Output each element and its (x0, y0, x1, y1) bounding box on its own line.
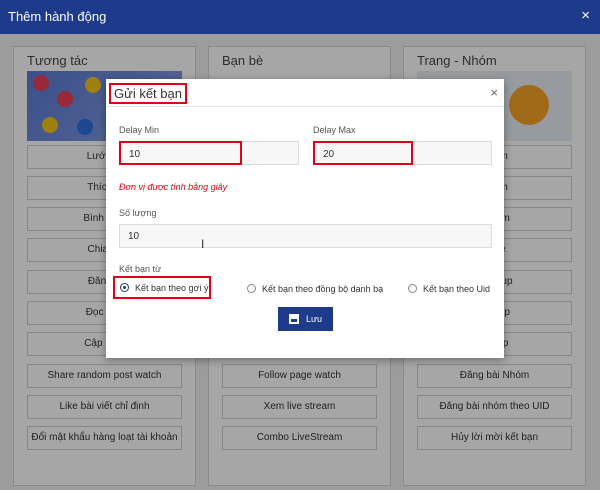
dialog-close-icon[interactable]: × (490, 85, 498, 100)
floppy-disk-icon (288, 314, 299, 324)
quantity-label: Số lượng (119, 208, 157, 218)
radio-label: Kết bạn theo gợi ý (135, 282, 209, 293)
save-label: Lưu (305, 314, 323, 324)
delay-max-label: Delay Max (313, 125, 356, 135)
save-button[interactable]: Lưu (278, 307, 333, 331)
radio-unchecked-icon[interactable] (408, 284, 417, 293)
radio-label: Kết bạn theo đồng bộ danh bạ (262, 283, 384, 294)
source-label: Kết bạn từ (119, 264, 162, 274)
radio-suggested[interactable]: Kết bạn theo gợi ý (113, 276, 211, 299)
radio-unchecked-icon[interactable] (247, 284, 256, 293)
window-titlebar: Thêm hành động × (0, 0, 600, 34)
quantity-input[interactable]: 10 (119, 224, 492, 248)
window-close-icon[interactable]: × (581, 7, 590, 24)
time-unit-note: Đơn vị được tính bằng giây (119, 182, 228, 192)
delay-min-label: Delay Min (119, 125, 160, 135)
dialog-title: Gửi kết bạn (109, 83, 187, 104)
text-cursor-icon: I (201, 237, 205, 251)
radio-checked-icon[interactable] (120, 283, 129, 292)
radio-uid[interactable]: Kết bạn theo Uid (408, 280, 490, 297)
dialog-divider (106, 106, 504, 107)
radio-contacts[interactable]: Kết bạn theo đồng bộ danh bạ (247, 280, 383, 297)
delay-min-input[interactable]: 10 (119, 141, 242, 165)
window-title: Thêm hành động (8, 9, 107, 24)
radio-label: Kết bạn theo Uid (423, 283, 491, 294)
delay-max-input[interactable]: 20 (313, 141, 413, 165)
send-friend-request-dialog: Gửi kết bạn × Delay Min 10 Delay Max 20 … (106, 79, 504, 358)
